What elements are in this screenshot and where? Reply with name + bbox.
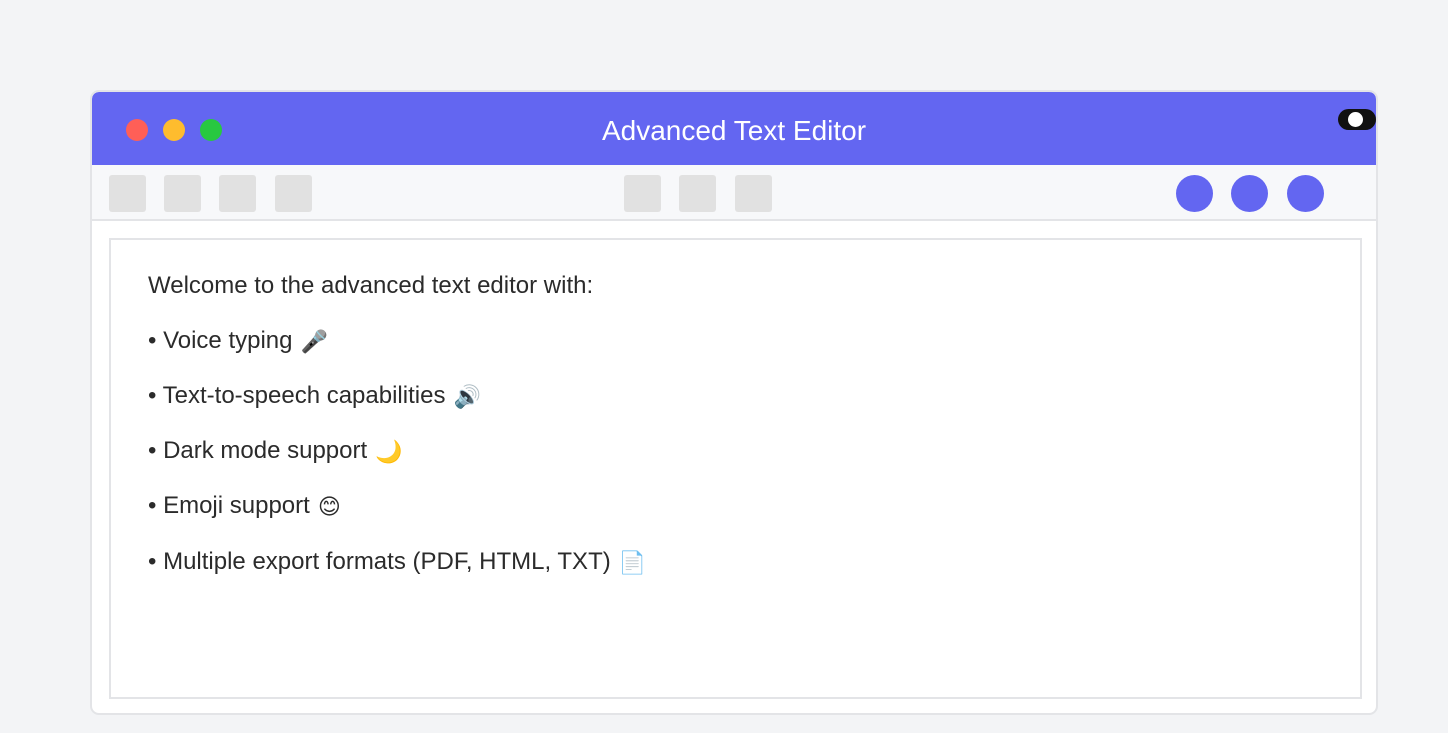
microphone-icon: 🎤 (300, 328, 328, 354)
moon-icon: 🌙 (375, 438, 403, 464)
dark-mode-toggle[interactable] (1338, 109, 1376, 130)
feature-export-formats: • Multiple export formats (PDF, HTML, TX… (148, 547, 646, 578)
toolbar-button-4[interactable] (275, 175, 312, 212)
toolbar-button-5[interactable] (624, 175, 661, 212)
speaker-icon: 🔊 (453, 383, 481, 409)
toolbar-button-6[interactable] (679, 175, 716, 212)
feature-text: • Multiple export formats (PDF, HTML, TX… (148, 548, 611, 575)
toolbar (92, 165, 1376, 221)
toolbar-button-7[interactable] (735, 175, 772, 212)
title-bar: Advanced Text Editor (92, 92, 1376, 165)
window-title: Advanced Text Editor (601, 115, 867, 146)
text-editor-area[interactable]: Welcome to the advanced text editor with… (109, 238, 1362, 699)
toolbar-button-2[interactable] (164, 175, 201, 212)
circle-action-button-1[interactable] (1176, 175, 1213, 212)
feature-text: • Text-to-speech capabilities (148, 382, 446, 409)
toggle-knob (1348, 112, 1363, 127)
intro-text: Welcome to the advanced text editor with… (148, 272, 594, 299)
feature-voice-typing: • Voice typing 🎤 (148, 326, 328, 357)
circle-action-button-3[interactable] (1287, 175, 1324, 212)
feature-text: • Dark mode support (148, 437, 368, 464)
feature-emoji-support: • Emoji support 😊 (148, 491, 341, 522)
toolbar-button-1[interactable] (109, 175, 146, 212)
toolbar-button-3[interactable] (219, 175, 256, 212)
feature-dark-mode: • Dark mode support 🌙 (148, 436, 403, 467)
feature-text: • Voice typing (148, 327, 293, 354)
circle-action-button-2[interactable] (1231, 175, 1268, 212)
document-icon: 📄 (618, 549, 647, 575)
feature-text: • Emoji support (148, 492, 310, 519)
editor-window: Advanced Text Editor Welcome to the adva… (90, 90, 1378, 715)
feature-text-to-speech: • Text-to-speech capabilities 🔊 (148, 381, 481, 412)
smile-icon: 😊 (317, 493, 341, 519)
